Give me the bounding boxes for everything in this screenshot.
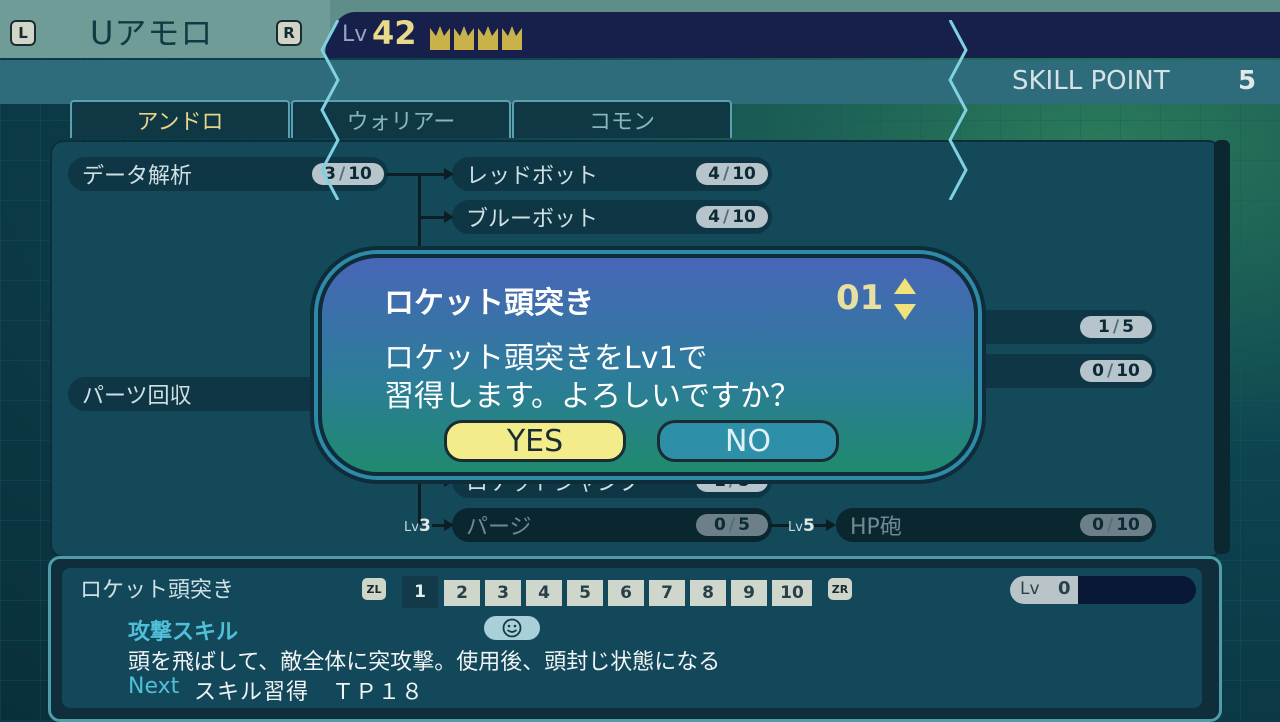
requirement-label: Lv [788, 520, 803, 535]
skill-level-pill: 4/10 [696, 206, 768, 228]
no-button[interactable]: NO [657, 420, 839, 462]
level-tab-3[interactable]: 3 [485, 580, 521, 606]
skill-level-pill: 4/10 [696, 163, 768, 185]
skill-level-current: 4 [708, 164, 720, 184]
tree-connector [418, 480, 446, 483]
skill-level-current: 0 [1092, 515, 1104, 535]
level-tab-5[interactable]: 5 [567, 580, 603, 606]
requirement-value: 5 [802, 516, 815, 536]
tab-common[interactable]: コモン [512, 100, 732, 138]
zl-button-icon[interactable]: ZL [362, 578, 386, 600]
skill-level-current: 0 [714, 515, 726, 535]
current-level-value: 0 [1058, 578, 1071, 599]
skill-level-max: 10 [1116, 361, 1140, 381]
skill-level-max: 10 [348, 164, 372, 184]
skill-node-red-bot[interactable]: レッドボット 4/10 [452, 157, 772, 191]
tree-connector [418, 216, 446, 219]
dialog-message: ロケット頭突きをLv1で 習得します。よろしいですか？ [384, 340, 800, 416]
skill-point-value: 5 [1238, 66, 1257, 96]
tree-connector [418, 173, 421, 253]
quantity-stepper-icon[interactable] [892, 276, 918, 322]
skill-level-max: 10 [732, 164, 756, 184]
dialog-message-line: 習得します。よろしいですか？ [384, 379, 801, 414]
dialog-quantity: 01 [836, 278, 884, 318]
skill-level-pill: 0/10 [1080, 360, 1152, 382]
level-label: Lv [342, 22, 368, 47]
skill-point-label: SKILL POINT [1012, 66, 1170, 96]
current-level-label: Lv [1020, 579, 1040, 599]
skill-description: 頭を飛ばして、敵全体に突攻撃。使用後、頭封じ状態になる [128, 650, 721, 675]
next-label: Next [128, 674, 180, 699]
skill-name: レッドボット [466, 164, 599, 189]
skill-node-parts-recovery[interactable]: パーツ回収 [68, 377, 328, 411]
r-button-icon[interactable]: R [276, 20, 302, 46]
next-requirement: スキル習得 ＴＰ１８ [194, 680, 425, 705]
zr-button-icon[interactable]: ZR [828, 578, 852, 600]
requirement-value: 3 [418, 516, 431, 536]
skill-level-max: 5 [738, 515, 750, 535]
tree-connector [770, 524, 790, 527]
character-name: Uアモロ [90, 14, 214, 52]
tree-connector [386, 173, 446, 176]
requirement-label: Lv [404, 520, 419, 535]
level-tab-8[interactable]: 8 [690, 580, 726, 606]
smiley-icon [484, 616, 540, 640]
level-tab-10[interactable]: 10 [772, 580, 812, 606]
dialog-left-ornament-icon [320, 20, 340, 200]
skill-level-pill: 0/10 [1080, 514, 1152, 536]
skill-node-blue-bot[interactable]: ブルーボット 4/10 [452, 200, 772, 234]
level-tab-9[interactable]: 9 [731, 580, 767, 606]
skill-level-max: 10 [1116, 515, 1140, 535]
skill-name: ブルーボット [466, 207, 599, 232]
skill-level-current: 1 [1098, 317, 1110, 337]
level-tab-7[interactable]: 7 [649, 580, 685, 606]
character-level: 42 [372, 14, 417, 52]
yes-button[interactable]: YES [444, 420, 626, 462]
skill-level-max: 10 [732, 207, 756, 227]
skill-name: パーツ回収 [82, 384, 192, 409]
skill-tree-scrollbar[interactable] [1214, 140, 1230, 554]
skill-level-max: 5 [1122, 317, 1134, 337]
level-tab-2[interactable]: 2 [444, 580, 480, 606]
skill-type: 攻撃スキル [128, 620, 239, 645]
skill-node-purge[interactable]: パージ 0/5 [452, 508, 772, 542]
skill-level-pill: 0/5 [696, 514, 768, 536]
smiley-face-icon [502, 618, 522, 638]
requirement-level: Lv5 [788, 516, 815, 536]
tab-android[interactable]: アンドロ [70, 100, 290, 138]
dialog-title: ロケット頭突き [384, 286, 594, 321]
level-tab-1[interactable]: 1 [402, 576, 438, 608]
crown-icon [430, 26, 522, 50]
skill-level-current: 4 [708, 207, 720, 227]
skill-node-hp-cannon[interactable]: HP砲 0/10 [836, 508, 1156, 542]
connector-arrow-icon [826, 519, 836, 531]
l-button-icon[interactable]: L [10, 20, 36, 46]
requirement-level: Lv3 [404, 516, 431, 536]
skill-level-pill: 1/5 [1080, 316, 1152, 338]
skill-level-current: 0 [1092, 361, 1104, 381]
skill-name: HP砲 [850, 515, 902, 540]
info-skill-name: ロケット頭突き [80, 578, 235, 603]
dialog-message-line: ロケット頭突きをLv1で [384, 341, 708, 376]
level-tab-4[interactable]: 4 [526, 580, 562, 606]
level-tab-6[interactable]: 6 [608, 580, 644, 606]
skill-name: パージ [466, 515, 532, 540]
dialog-right-ornament-icon [948, 20, 968, 200]
skill-name: データ解析 [82, 164, 193, 189]
